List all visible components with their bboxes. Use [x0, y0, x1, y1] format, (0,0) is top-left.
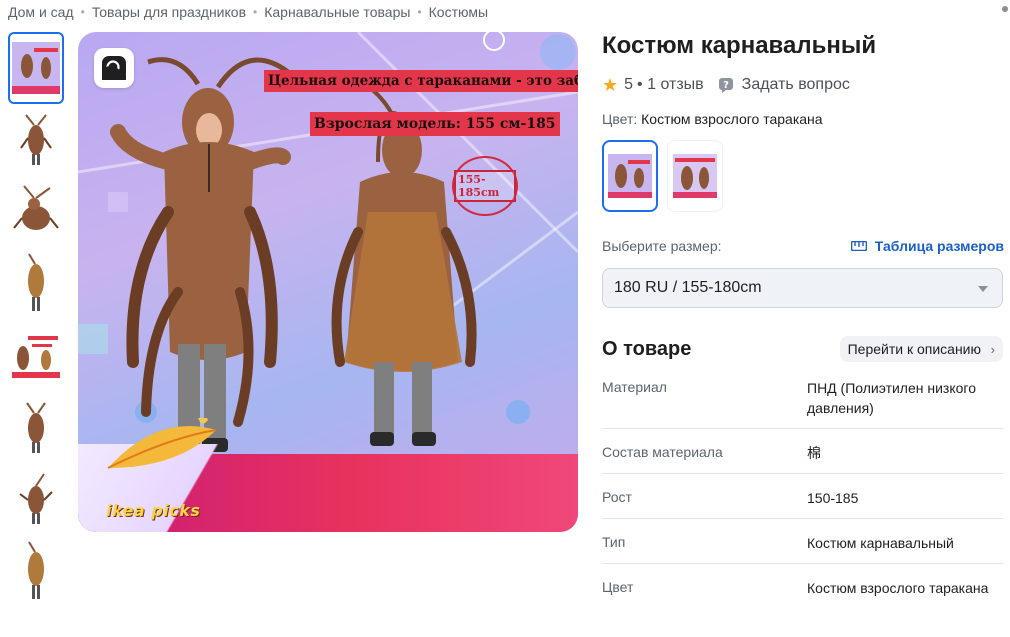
rating-value[interactable]: 5 [624, 76, 633, 94]
image-banner-size: Взрослая модель: 155 см-185 см [310, 112, 560, 136]
color-label: Цвет: Костюм взрослого таракана [602, 111, 823, 127]
size-stamp: 155-185cm [452, 156, 518, 216]
leaf-logo-icon [107, 418, 217, 469]
goto-description-button[interactable]: Перейти к описанию › [839, 336, 1003, 362]
breadcrumb-separator: • [253, 5, 258, 19]
attribute-value: ПНД (Полиэтилен низкого давления) [807, 380, 977, 416]
reviews-link[interactable]: • 1 отзыв [637, 76, 704, 94]
attribute-key: Тип [602, 534, 626, 550]
attribute-value: Костюм карнавальный [807, 535, 954, 551]
attribute-row: Тип Костюм карнавальный [602, 519, 1003, 564]
size-label: Выберите размер: [602, 238, 722, 254]
attribute-value: 棉 [807, 445, 821, 461]
brand-logo-text: ikea picks [106, 501, 201, 520]
chat-question-icon[interactable]: ? [718, 77, 734, 93]
image-bottom-band: ikea picks [78, 418, 578, 532]
thumbnail-image [13, 185, 59, 230]
thumbnail-8[interactable] [8, 536, 64, 608]
size-stamp-text: 155-185cm [454, 170, 516, 202]
size-table-label: Таблица размеров [874, 238, 1004, 254]
image-banner-top: Цельная одежда с тараканами - это забавн… [264, 70, 578, 92]
thumbnail-4[interactable] [8, 248, 64, 320]
more-dot-icon[interactable] [1002, 6, 1008, 12]
main-product-image[interactable]: Цельная одежда с тараканами - это забавн… [78, 32, 578, 532]
thumbnail-2[interactable] [8, 104, 64, 176]
size-select[interactable]: 180 RU / 155-180cm [602, 268, 1003, 308]
thumbnail-image [12, 332, 60, 380]
thumbnail-3[interactable] [8, 176, 64, 248]
breadcrumb-separator: • [417, 5, 422, 19]
star-icon: ★ [602, 75, 619, 95]
attribute-row: Материал ПНД (Полиэтилен низкого давлени… [602, 376, 1003, 429]
thumbnail-1[interactable] [8, 32, 64, 104]
color-label-value: Костюм взрослого таракана [641, 111, 823, 127]
thumbnail-image [26, 402, 46, 453]
product-title: Костюм карнавальный [602, 32, 877, 59]
ask-question-link[interactable]: Задать вопрос [742, 76, 850, 94]
thumbnail-image [12, 42, 60, 94]
image-search-icon [102, 56, 126, 80]
color-swatch-1[interactable] [602, 140, 658, 212]
thumbnail-5[interactable] [8, 320, 64, 392]
attributes-table: Материал ПНД (Полиэтилен низкого давлени… [602, 376, 1003, 609]
breadcrumb-item-carnival-goods[interactable]: Карнавальные товары [264, 4, 410, 20]
thumbnail-image [20, 114, 52, 165]
attribute-key: Материал [602, 379, 667, 395]
chevron-right-icon: › [990, 342, 995, 357]
image-search-button[interactable] [94, 48, 134, 88]
attribute-key: Рост [602, 489, 632, 505]
color-label-key: Цвет: [602, 111, 638, 127]
size-select-value: 180 RU / 155-180cm [614, 279, 762, 296]
attribute-row: Состав материала 棉 [602, 429, 1003, 474]
breadcrumb-item-home-garden[interactable]: Дом и сад [8, 4, 74, 20]
svg-text:?: ? [723, 80, 729, 91]
attribute-value: Костюм взрослого таракана [807, 580, 989, 596]
thumbnail-image [28, 253, 44, 311]
about-section-title: О товаре [602, 338, 692, 360]
thumbnail-6[interactable] [8, 392, 64, 464]
breadcrumb-separator: • [80, 5, 85, 19]
attribute-value: 150-185 [807, 490, 859, 506]
size-table-link[interactable]: Таблица размеров [850, 238, 1004, 254]
thumbnail-image [19, 473, 53, 524]
swatch-image [673, 154, 717, 198]
attribute-key: Состав материала [602, 444, 723, 460]
color-swatch-2[interactable] [667, 140, 723, 212]
rating-row: ★ 5 • 1 отзыв ? Задать вопрос [602, 76, 850, 94]
breadcrumb-item-costumes[interactable]: Костюмы [429, 4, 488, 20]
breadcrumb-item-holiday-goods[interactable]: Товары для праздников [92, 4, 246, 20]
attribute-key: Цвет [602, 579, 634, 595]
goto-description-label: Перейти к описанию [847, 341, 981, 357]
thumbnail-list [8, 32, 64, 608]
thumbnail-7[interactable] [8, 464, 64, 536]
ruler-icon [850, 241, 867, 251]
chevron-down-icon [978, 286, 988, 292]
color-swatches [602, 140, 732, 212]
attribute-row: Цвет Костюм взрослого таракана [602, 564, 1003, 609]
thumbnail-image [28, 541, 44, 599]
breadcrumb: Дом и сад • Товары для праздников • Карн… [8, 4, 488, 20]
attribute-row: Рост 150-185 [602, 474, 1003, 519]
swatch-image [608, 154, 652, 198]
